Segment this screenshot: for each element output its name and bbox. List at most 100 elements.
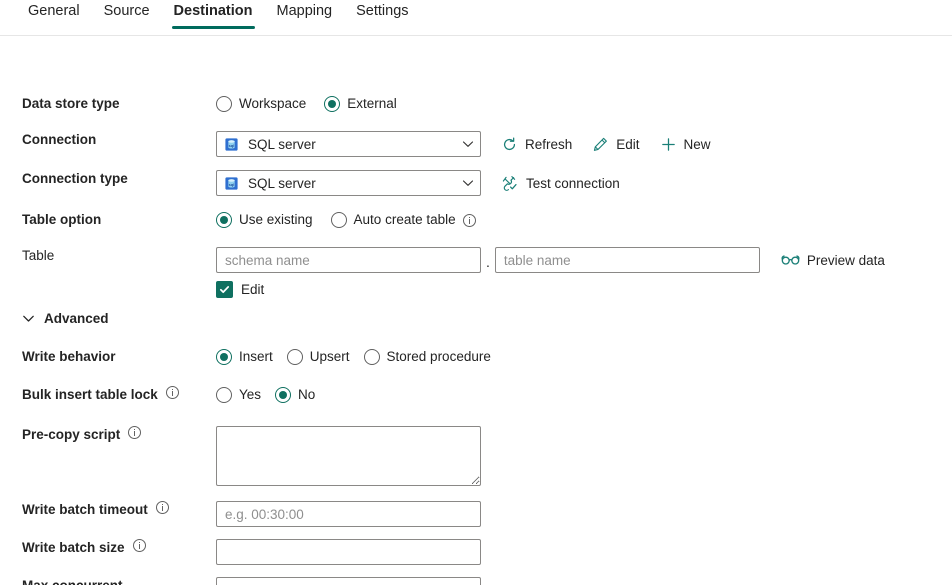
pencil-icon [592, 136, 609, 153]
sql-database-icon: sql [224, 137, 239, 152]
tab-destination[interactable]: Destination [162, 0, 265, 29]
table-name-controls: . Preview data [216, 247, 885, 273]
radio-dot [216, 96, 232, 112]
test-connection-button[interactable]: Test connection [501, 174, 620, 192]
tab-label: Settings [356, 3, 408, 19]
tab-bar: General Source Destination Mapping Setti… [0, 0, 952, 36]
refresh-button[interactable]: Refresh [501, 136, 572, 153]
new-label: New [684, 137, 711, 152]
svg-text:sql: sql [229, 181, 235, 186]
radio-label: Insert [239, 349, 273, 365]
row-pre-copy-script: Pre-copy script [0, 426, 952, 486]
checkmark-icon [219, 284, 230, 295]
radio-label: External [347, 96, 397, 112]
label-write-behavior: Write behavior [0, 348, 216, 366]
tab-mapping[interactable]: Mapping [265, 0, 345, 29]
edit-checkbox[interactable]: Edit [216, 281, 264, 298]
pre-copy-script-control [216, 426, 481, 486]
row-table-option: Table option Use existing Auto create ta… [0, 211, 952, 229]
write-batch-timeout-input[interactable] [216, 501, 481, 527]
refresh-icon [501, 136, 518, 153]
row-connection: Connection sql SQL server [0, 131, 952, 157]
label-text: Max concurrent connections [22, 577, 195, 585]
edit-checkbox-label: Edit [241, 282, 264, 297]
radio-dot [275, 387, 291, 403]
radio-dot [324, 96, 340, 112]
label-data-store-type: Data store type [0, 95, 216, 113]
write-batch-timeout-control [216, 501, 481, 527]
connection-type-dropdown[interactable]: sql SQL server [216, 170, 481, 196]
advanced-section-toggle[interactable]: Advanced [0, 311, 109, 326]
pre-copy-script-textarea[interactable] [216, 426, 481, 486]
radio-dot [364, 349, 380, 365]
radio-workspace[interactable]: Workspace [216, 96, 306, 112]
tab-general[interactable]: General [16, 0, 92, 29]
row-write-batch-size: Write batch size [0, 539, 952, 565]
connection-dropdown[interactable]: sql SQL server [216, 131, 481, 157]
max-concurrent-connections-input[interactable] [216, 577, 481, 585]
label-text: Data store type [22, 95, 120, 113]
edit-connection-button[interactable]: Edit [592, 136, 639, 153]
radio-label: Upsert [310, 349, 350, 365]
radio-upsert[interactable]: Upsert [287, 349, 350, 365]
max-concurrent-connections-control [216, 577, 481, 585]
plus-icon [660, 136, 677, 153]
radio-label: Auto create table [354, 212, 456, 228]
label-max-concurrent-connections: Max concurrent connections [0, 577, 216, 585]
refresh-label: Refresh [525, 137, 572, 152]
label-text: Pre-copy script [22, 426, 120, 444]
row-write-behavior: Write behavior Insert Upsert Stored proc… [0, 348, 952, 366]
write-batch-size-input[interactable] [216, 539, 481, 565]
row-write-batch-timeout: Write batch timeout [0, 501, 952, 527]
label-text: Table [22, 247, 54, 265]
write-batch-size-control [216, 539, 481, 565]
radio-dot [216, 212, 232, 228]
label-text: Bulk insert table lock [22, 386, 158, 404]
table-option-radiogroup: Use existing Auto create table [216, 211, 476, 229]
info-icon-write-batch-timeout[interactable] [156, 501, 169, 514]
new-connection-button[interactable]: New [660, 136, 711, 153]
radio-bulk-yes[interactable]: Yes [216, 387, 261, 403]
write-behavior-radiogroup: Insert Upsert Stored procedure [216, 348, 491, 366]
info-icon-write-batch-size[interactable] [133, 539, 146, 552]
tab-settings[interactable]: Settings [344, 0, 420, 29]
edit-label: Edit [616, 137, 639, 152]
sql-database-icon: sql [224, 176, 239, 191]
advanced-label: Advanced [44, 311, 109, 326]
radio-label: Yes [239, 387, 261, 403]
radio-label: Workspace [239, 96, 306, 112]
label-text: Write batch size [22, 539, 125, 557]
label-text: Table option [22, 211, 101, 229]
label-table: Table [0, 247, 216, 265]
table-name-input[interactable] [495, 247, 760, 273]
tab-source[interactable]: Source [92, 0, 162, 29]
tab-label: Destination [174, 3, 253, 19]
label-write-batch-size: Write batch size [0, 539, 216, 557]
preview-data-button[interactable]: Preview data [781, 253, 885, 268]
label-connection-type: Connection type [0, 170, 216, 188]
test-connection-label: Test connection [526, 176, 620, 191]
glasses-icon [781, 253, 800, 267]
bulk-insert-radiogroup: Yes No [216, 386, 315, 404]
data-store-type-radiogroup: Workspace External [216, 95, 415, 113]
radio-dot [216, 387, 232, 403]
checkbox-box [216, 281, 233, 298]
preview-data-label: Preview data [807, 253, 885, 268]
info-icon-auto-create-table[interactable] [463, 214, 476, 227]
radio-bulk-no[interactable]: No [275, 387, 315, 403]
connection-value: SQL server [248, 137, 462, 152]
radio-external[interactable]: External [324, 96, 397, 112]
chevron-down-icon [22, 312, 35, 325]
tab-label: General [28, 3, 80, 19]
chevron-down-icon [462, 177, 474, 189]
info-icon-pre-copy-script[interactable] [128, 426, 141, 439]
radio-use-existing[interactable]: Use existing [216, 212, 313, 228]
radio-stored-procedure[interactable]: Stored procedure [364, 349, 491, 365]
schema-name-input[interactable] [216, 247, 481, 273]
radio-auto-create-table[interactable]: Auto create table [331, 212, 456, 228]
tab-label: Source [104, 3, 150, 19]
radio-dot [216, 349, 232, 365]
info-icon-bulk-insert-table-lock[interactable] [166, 386, 179, 399]
radio-insert[interactable]: Insert [216, 349, 273, 365]
schema-table-separator: . [486, 254, 490, 273]
